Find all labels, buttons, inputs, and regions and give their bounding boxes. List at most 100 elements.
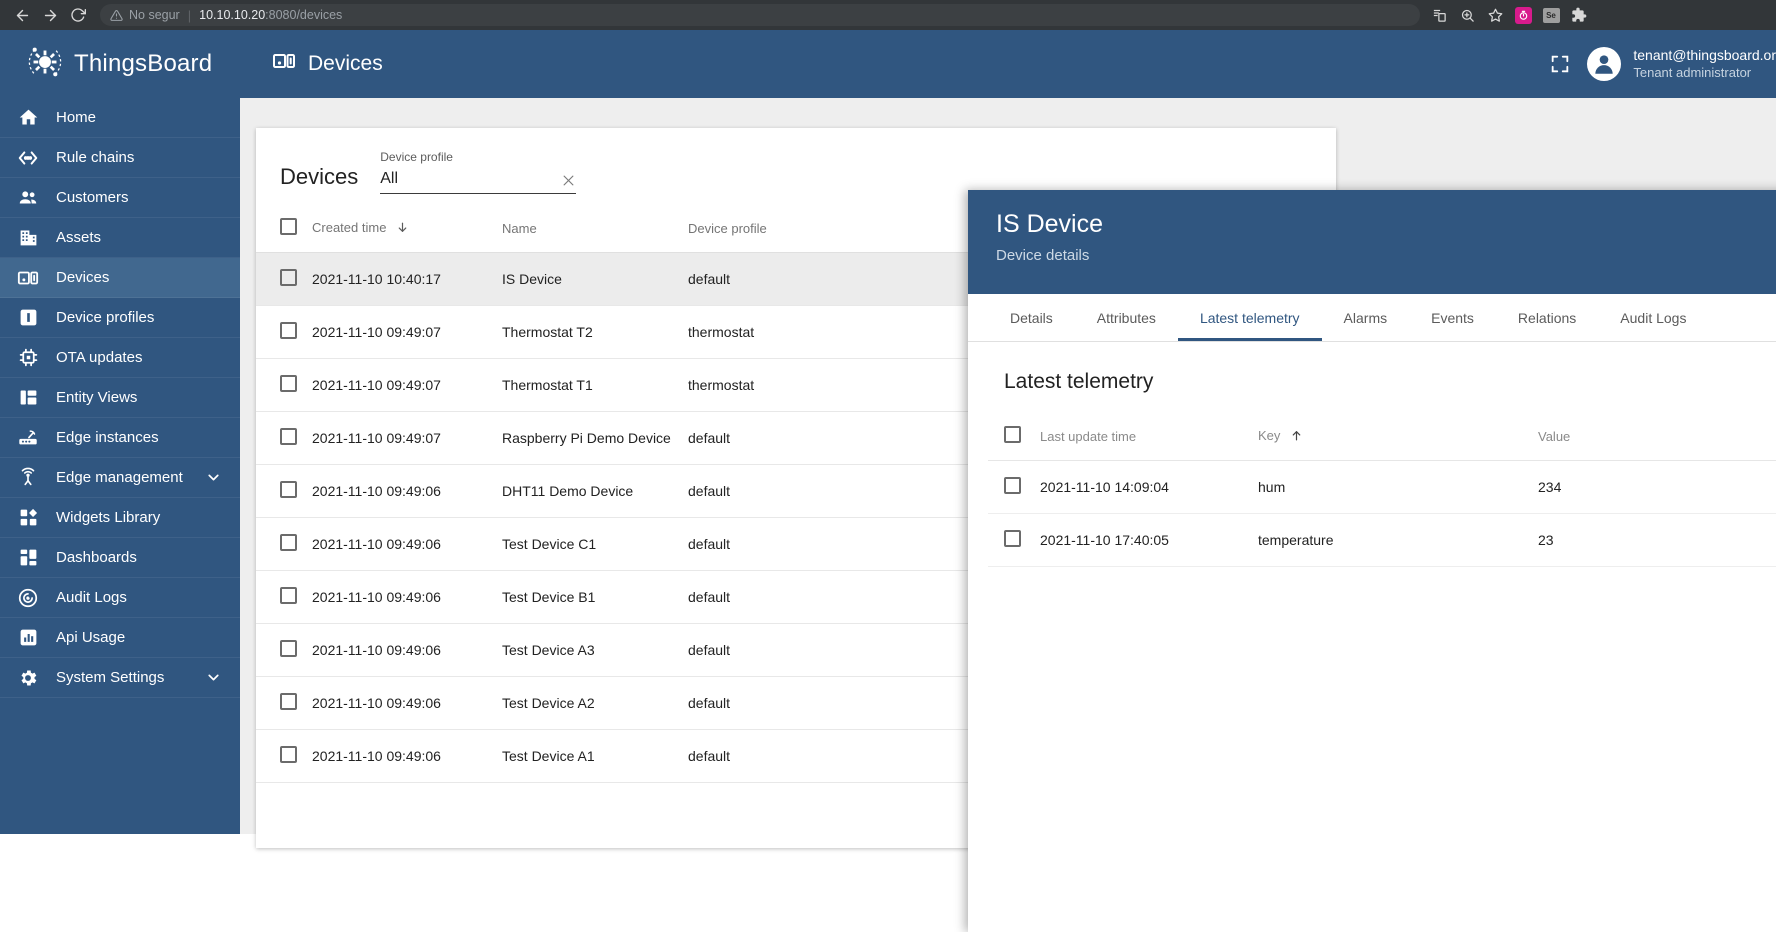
row-checkbox-cell[interactable] — [256, 412, 312, 465]
omnibox[interactable]: No segur | 10.10.10.20:8080/devices — [100, 4, 1420, 26]
thingsboard-app: ThingsBoard Home Rule chains Customers — [0, 30, 1776, 834]
browser-reload-button[interactable] — [64, 1, 92, 29]
top-bar-actions: tenant@thingsboard.or Tenant administrat… — [1549, 47, 1776, 81]
tab-latest-telemetry[interactable]: Latest telemetry — [1178, 294, 1322, 341]
sidebar-item-label: Audit Logs — [56, 589, 240, 606]
browser-forward-button[interactable] — [36, 1, 64, 29]
sidebar-item-rule-chains[interactable]: Rule chains — [0, 138, 240, 178]
sidebar-item-label: Widgets Library — [56, 509, 240, 526]
sidebar-item-edge-management[interactable]: Edge management — [0, 458, 240, 498]
cell-name: Thermostat T2 — [502, 306, 688, 359]
api-usage-icon — [16, 626, 40, 650]
devices-icon — [272, 49, 296, 79]
cell-created-time: 2021-11-10 09:49:06 — [312, 730, 502, 783]
browser-back-button[interactable] — [8, 1, 36, 29]
close-icon[interactable] — [561, 173, 576, 188]
zoom-search-icon[interactable] — [1454, 2, 1480, 28]
column-header-name[interactable]: Name — [502, 204, 688, 253]
device-profile-input-row[interactable]: All — [380, 170, 576, 194]
telemetry-cell-time: 2021-11-10 14:09:04 — [1040, 461, 1258, 514]
dashboards-icon — [16, 546, 40, 570]
telemetry-column-key[interactable]: Key — [1258, 416, 1538, 461]
row-checkbox[interactable] — [280, 534, 297, 551]
device-profiles-icon — [16, 306, 40, 330]
row-checkbox[interactable] — [280, 746, 297, 763]
cell-created-time: 2021-11-10 09:49:07 — [312, 412, 502, 465]
telemetry-row-checkbox[interactable] — [1004, 530, 1021, 547]
row-checkbox-cell[interactable] — [256, 730, 312, 783]
sidebar-item-assets[interactable]: Assets — [0, 218, 240, 258]
column-header-created-time[interactable]: Created time — [312, 204, 502, 253]
fullscreen-icon[interactable] — [1549, 53, 1571, 75]
row-checkbox-cell[interactable] — [256, 306, 312, 359]
devices-icon — [16, 266, 40, 290]
table-row[interactable]: 2021-11-10 14:09:04 hum 234 — [988, 461, 1776, 514]
row-checkbox[interactable] — [280, 693, 297, 710]
row-checkbox-cell[interactable] — [256, 359, 312, 412]
thingsboard-logo-icon — [26, 43, 64, 86]
row-checkbox-cell[interactable] — [256, 518, 312, 571]
translate-icon[interactable] — [1426, 2, 1452, 28]
telemetry-select-all-checkbox[interactable] — [1004, 426, 1021, 443]
sidebar-item-devices[interactable]: Devices — [0, 258, 240, 298]
sidebar-item-home[interactable]: Home — [0, 98, 240, 138]
row-checkbox[interactable] — [280, 428, 297, 445]
telemetry-select-all-header[interactable] — [988, 416, 1040, 461]
telemetry-row-checkbox-cell[interactable] — [988, 514, 1040, 567]
latest-telemetry-title: Latest telemetry — [988, 342, 1776, 416]
sidebar-item-system-settings[interactable]: System Settings — [0, 658, 240, 698]
brand-logo[interactable]: ThingsBoard — [0, 30, 240, 98]
sidebar-item-audit-logs[interactable]: Audit Logs — [0, 578, 240, 618]
cell-created-time: 2021-11-10 09:49:07 — [312, 306, 502, 359]
telemetry-row-checkbox[interactable] — [1004, 477, 1021, 494]
telemetry-row-checkbox-cell[interactable] — [988, 461, 1040, 514]
column-header-device-profile[interactable]: Device profile — [688, 204, 848, 253]
sidebar-item-dashboards[interactable]: Dashboards — [0, 538, 240, 578]
sidebar-item-edge-instances[interactable]: Edge instances — [0, 418, 240, 458]
chevron-down-icon[interactable] — [205, 469, 222, 486]
select-all-checkbox[interactable] — [280, 218, 297, 235]
tab-audit-logs[interactable]: Audit Logs — [1598, 294, 1708, 341]
telemetry-column-value[interactable]: Value — [1538, 416, 1776, 461]
user-menu[interactable]: tenant@thingsboard.or Tenant administrat… — [1587, 47, 1776, 81]
tab-attributes[interactable]: Attributes — [1075, 294, 1178, 341]
row-checkbox[interactable] — [280, 587, 297, 604]
telemetry-column-last-update-time[interactable]: Last update time — [1040, 416, 1258, 461]
tab-alarms[interactable]: Alarms — [1322, 294, 1410, 341]
chevron-down-icon[interactable] — [205, 669, 222, 686]
sidebar-item-customers[interactable]: Customers — [0, 178, 240, 218]
telemetry-cell-value: 234 — [1538, 461, 1776, 514]
row-checkbox-cell[interactable] — [256, 571, 312, 624]
row-checkbox-cell[interactable] — [256, 624, 312, 677]
row-checkbox[interactable] — [280, 269, 297, 286]
sidebar-item-api-usage[interactable]: Api Usage — [0, 618, 240, 658]
tab-details[interactable]: Details — [988, 294, 1075, 341]
row-checkbox[interactable] — [280, 481, 297, 498]
device-profile-value[interactable]: All — [380, 170, 561, 188]
selenium-extension-icon[interactable]: Se — [1538, 2, 1564, 28]
tab-events[interactable]: Events — [1409, 294, 1496, 341]
url-path: :8080/devices — [265, 8, 342, 22]
row-checkbox-cell[interactable] — [256, 677, 312, 730]
sidebar-item-entity-views[interactable]: Entity Views — [0, 378, 240, 418]
timer-extension-icon[interactable] — [1510, 2, 1536, 28]
row-checkbox[interactable] — [280, 322, 297, 339]
sidebar-item-widgets-library[interactable]: Widgets Library — [0, 498, 240, 538]
extensions-puzzle-icon[interactable] — [1566, 2, 1592, 28]
row-checkbox[interactable] — [280, 375, 297, 392]
cell-name: DHT11 Demo Device — [502, 465, 688, 518]
select-all-header[interactable] — [256, 204, 312, 253]
row-checkbox[interactable] — [280, 640, 297, 657]
telemetry-cell-key: hum — [1258, 461, 1538, 514]
sidebar-item-device-profiles[interactable]: Device profiles — [0, 298, 240, 338]
sidebar-item-label: Edge instances — [56, 429, 240, 446]
sidebar-item-ota-updates[interactable]: OTA updates — [0, 338, 240, 378]
row-checkbox-cell[interactable] — [256, 253, 312, 306]
table-row[interactable]: 2021-11-10 17:40:05 temperature 23 — [988, 514, 1776, 567]
tab-relations[interactable]: Relations — [1496, 294, 1598, 341]
telemetry-cell-value: 23 — [1538, 514, 1776, 567]
bookmark-star-icon[interactable] — [1482, 2, 1508, 28]
row-checkbox-cell[interactable] — [256, 465, 312, 518]
telemetry-table: Last update time Key Value — [988, 416, 1776, 567]
device-profile-filter[interactable]: Device profile All — [380, 150, 576, 194]
